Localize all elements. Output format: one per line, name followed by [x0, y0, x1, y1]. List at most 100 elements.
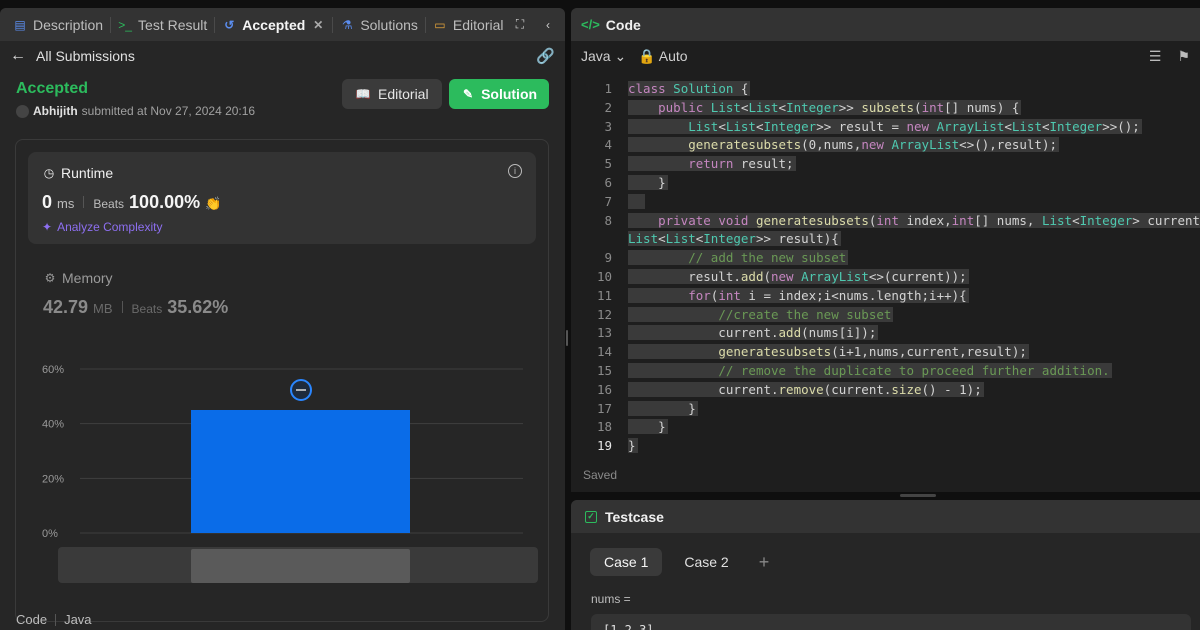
panel-resize-handle[interactable]	[566, 330, 568, 346]
code-text: generatesubsets(0,nums,new ArrayList<>()…	[628, 137, 1060, 153]
code-text: List<List<Integer>> result = new ArrayLi…	[628, 118, 1142, 134]
editorial-button-label: Editorial	[378, 86, 429, 102]
submission-panel: ▤ Description >_ Test Result ↺ Accepted …	[0, 8, 565, 630]
runtime-box[interactable]: ◷ Runtime i 0 ms Beats 100.00% 👏 ✦ Analy…	[28, 152, 536, 244]
auto-mode[interactable]: 🔒 Auto	[638, 48, 687, 65]
runtime-label: Runtime	[61, 165, 114, 181]
y-tick-label: 0%	[42, 528, 58, 540]
info-icon[interactable]: i	[508, 164, 522, 178]
distribution-chart: 60% 40% 20% 0%	[28, 355, 538, 585]
testcase-title: Testcase	[605, 508, 664, 525]
line-number: 12	[596, 306, 612, 322]
submission-meta: Abhijith submitted at Nov 27, 2024 20:16	[16, 104, 255, 118]
document-icon: ▤	[14, 17, 26, 32]
code-panel-header: </> Code	[571, 8, 1200, 41]
tab-test-result[interactable]: >_ Test Result	[111, 8, 214, 41]
checkbox-icon: ✓	[585, 510, 597, 523]
chart-svg: 60% 40% 20% 0%	[42, 364, 538, 583]
mode-label: Auto	[658, 47, 688, 64]
line-number: 1	[604, 81, 612, 96]
tab-accepted[interactable]: ↺ Accepted ✕	[215, 8, 332, 41]
arrow-left-icon[interactable]: ←	[10, 47, 26, 65]
testcase-panel: ✓ Testcase Case 1 Case 2 + nums = [1,2,3…	[571, 500, 1200, 630]
param-input[interactable]: [1,2,3]	[591, 614, 1191, 630]
code-text: }	[628, 175, 668, 190]
range-thumb	[191, 549, 410, 583]
code-lang: Java	[64, 612, 92, 627]
code-panel-title: Code	[605, 16, 641, 33]
code-text: generatesubsets(i+1,nums,current,result)…	[628, 344, 1029, 360]
case-tabs: Case 1 Case 2 +	[590, 548, 769, 576]
line-number: 7	[604, 193, 612, 209]
terminal-icon: >_	[118, 17, 132, 32]
code-text: result.add(new ArrayList<>(current));	[628, 269, 969, 284]
line-number: 6	[604, 175, 612, 190]
line-number: 9	[604, 250, 612, 266]
analyze-complexity-link[interactable]: ✦ Analyze Complexity	[42, 220, 162, 234]
line-number: 11	[596, 287, 612, 303]
tab-solutions[interactable]: ⚗ Solutions	[333, 8, 425, 41]
divider	[121, 301, 123, 313]
performance-card: ◷ Runtime i 0 ms Beats 100.00% 👏 ✦ Analy…	[15, 139, 549, 622]
all-submissions-link[interactable]: All Submissions	[36, 48, 135, 64]
code-text: }	[628, 400, 698, 416]
left-tab-bar: ▤ Description >_ Test Result ↺ Accepted …	[0, 8, 565, 41]
line-number: 17	[596, 400, 612, 416]
format-icon[interactable]: ☰	[1149, 48, 1162, 65]
bar	[191, 410, 410, 533]
memory-title[interactable]: ⚙ Memory	[43, 270, 113, 286]
tab-description[interactable]: ▤ Description	[6, 8, 110, 41]
memory-unit: MB	[93, 301, 113, 316]
param-label: nums =	[591, 592, 631, 606]
username[interactable]: Abhijith	[33, 104, 78, 118]
flask-icon: ⚗	[341, 17, 353, 32]
line-number: 14	[596, 344, 612, 360]
code-editor[interactable]: 1 class Solution {2 public List<List<Inte…	[571, 79, 1200, 459]
expand-icon[interactable]: ⛶	[513, 17, 527, 32]
vertical-resize-handle[interactable]	[900, 494, 936, 497]
code-text: private void generatesubsets(int index,i…	[628, 212, 1200, 228]
code-text: for(int i = index;i<nums.length;i++){	[628, 287, 969, 303]
line-number: 5	[604, 156, 612, 172]
chevron-left-icon[interactable]: ‹	[541, 18, 555, 32]
line-number: 19	[596, 438, 612, 454]
beats-label: Beats	[93, 197, 125, 211]
tab-label: Accepted	[242, 16, 306, 33]
tab-label: Description	[33, 16, 104, 33]
add-case-icon[interactable]: +	[759, 552, 770, 573]
close-icon[interactable]: ✕	[311, 18, 325, 32]
y-tick-label: 40%	[42, 419, 64, 431]
editor-toolbar: Java ⌄ 🔒 Auto ☰ ⚑	[571, 41, 1200, 71]
bookmark-icon[interactable]: ⚑	[1177, 48, 1190, 65]
clock-icon: ◷	[43, 166, 55, 180]
runtime-title: ◷ Runtime	[42, 165, 113, 181]
submission-status: Accepted	[16, 80, 89, 97]
code-text: // remove the duplicate to proceed furth…	[628, 363, 1112, 378]
language-select[interactable]: Java ⌄	[581, 48, 626, 65]
case-tab-1[interactable]: Case 1	[590, 548, 663, 576]
code-panel: </> Code Java ⌄ 🔒 Auto ☰ ⚑ 1 class Soluti…	[571, 8, 1200, 492]
tab-editorial[interactable]: ▭ Editorial	[426, 8, 511, 41]
editorial-button[interactable]: 📖 Editorial	[342, 79, 442, 109]
code-label: Code	[16, 612, 48, 627]
edit-icon: ✎	[463, 87, 474, 101]
tab-label: Solutions	[360, 16, 418, 33]
case-tab-2[interactable]: Case 2	[670, 548, 742, 576]
code-text	[628, 193, 646, 209]
testcase-header: ✓ Testcase	[571, 500, 1200, 533]
tab-actions: ⛶ ‹	[513, 17, 559, 32]
line-number: 18	[596, 419, 612, 435]
code-text: public List<List<Integer>> subsets(int[]…	[628, 99, 1022, 115]
code-footer: Code Java	[16, 612, 92, 627]
avatar	[16, 104, 29, 118]
submission-header: Accepted Abhijith submitted at Nov 27, 2…	[0, 71, 565, 119]
history-icon: ↺	[224, 17, 235, 32]
language-value: Java	[581, 47, 611, 64]
solution-button[interactable]: ✎ Solution	[449, 79, 549, 109]
memory-value-row: 42.79 MB Beats 35.62%	[43, 297, 228, 318]
code-text: current.add(nums[i]);	[628, 325, 879, 341]
lock-icon: 🔒	[638, 47, 656, 64]
sparkle-icon: ✦	[42, 220, 53, 234]
submissions-nav: ← All Submissions 🔗	[0, 41, 565, 71]
link-icon[interactable]: 🔗	[536, 47, 555, 65]
